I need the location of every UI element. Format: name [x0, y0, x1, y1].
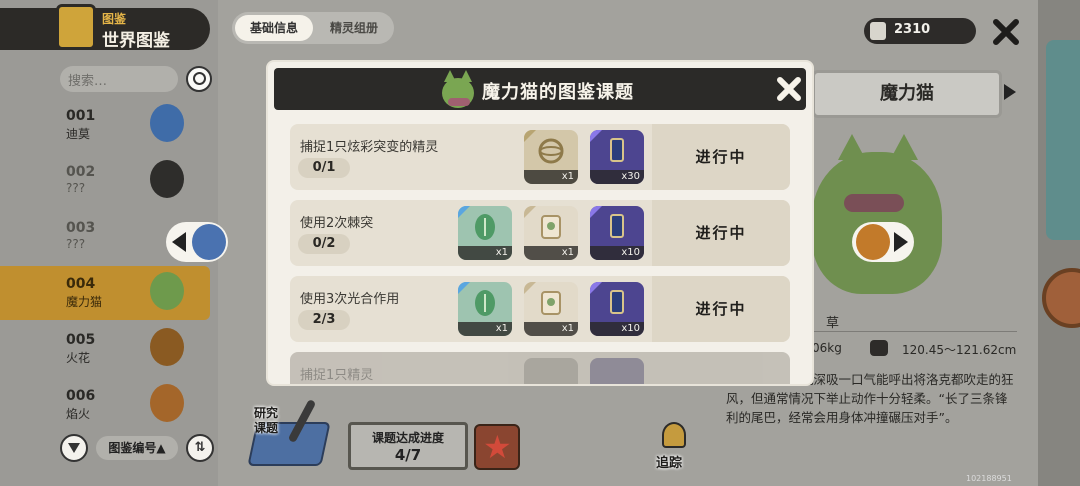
task-progress: 2/3: [298, 310, 350, 330]
progress-label: 课题达成进度: [371, 431, 444, 445]
list-item[interactable]: 001 迪莫: [0, 98, 210, 152]
side-panel-decoration: [1046, 40, 1080, 240]
task-description: 捕捉1只精灵: [300, 368, 374, 383]
pet-avatar-icon: [150, 272, 184, 310]
build-id: 102188951: [966, 474, 1012, 483]
pet-avatar-icon: [150, 384, 184, 422]
charm-icon[interactable]: x10: [590, 206, 644, 260]
sort-order-icon[interactable]: ⇅: [186, 434, 214, 462]
stats-row: 06kg 120.45～121.62cm: [812, 338, 1017, 360]
entry-name: 迪莫: [66, 127, 91, 141]
task-description: 捕捉1只炫彩突变的精灵: [300, 140, 439, 155]
star-reward-button[interactable]: [474, 424, 520, 470]
right-edge-decoration: [1038, 0, 1080, 486]
list-item-selected[interactable]: 004 魔力猫: [0, 266, 210, 320]
side-roundel-decoration: [1042, 268, 1080, 328]
charm-icon[interactable]: x10: [590, 282, 644, 336]
currency-counter: 2310: [864, 18, 976, 44]
task-row: 使用2次棘突 0/2 x1 x1 x10 进行中: [290, 200, 790, 266]
reward-quantity: x1: [524, 322, 578, 336]
research-label: 研究 课题: [254, 406, 279, 435]
reward-quantity: x1: [524, 246, 578, 260]
magic-cat-icon: [438, 68, 478, 112]
entry-number: 002: [66, 164, 96, 180]
brand-small-label: 图鉴: [102, 12, 127, 26]
entry-number: 006: [66, 388, 96, 404]
pet-avatar-icon: [192, 224, 226, 260]
unknown-pet-silhouette-icon: [150, 160, 184, 198]
scroll-icon[interactable]: x1: [524, 282, 578, 336]
reward-quantity: x1: [524, 170, 578, 184]
tab-bar: 基础信息 精灵组册: [232, 12, 394, 44]
task-status: 进行中: [652, 276, 790, 342]
brand-title: 世界图鉴: [102, 31, 170, 51]
height-value: 120.45～121.62cm: [902, 343, 1017, 357]
pet-name-banner: 魔力猫: [812, 70, 1002, 118]
reward-quantity: x1: [458, 322, 512, 336]
pet-avatar-icon: [856, 224, 890, 260]
entry-name: 火花: [66, 351, 91, 365]
tab-pet-album[interactable]: 精灵组册: [318, 15, 390, 41]
weight-value: 06kg: [812, 341, 842, 355]
reward-quantity: x10: [590, 246, 644, 260]
task-description: 使用3次光合作用: [300, 292, 400, 307]
list-item[interactable]: 005 火花: [0, 322, 210, 376]
list-item[interactable]: 002 ???: [0, 154, 210, 208]
task-status: 进行中: [652, 200, 790, 266]
height-icon: [870, 340, 888, 356]
entry-number: 001: [66, 108, 96, 124]
leaf-gem-icon[interactable]: x1: [458, 282, 512, 336]
research-progress-banner: 课题达成进度 4/7: [348, 422, 468, 470]
task-row: 使用3次光合作用 2/3 x1 x1 x10 进行中: [290, 276, 790, 342]
entry-name: 焰火: [66, 407, 91, 421]
research-task-dialog: 魔力猫的图鉴课题 捕捉1只炫彩突变的精灵 0/1 x1 x30 进行中 使用2次…: [268, 62, 812, 384]
entry-name: ???: [66, 237, 86, 251]
pet-avatar-icon: [150, 328, 184, 366]
close-icon[interactable]: [774, 74, 804, 104]
filter-icon[interactable]: [60, 434, 88, 462]
close-icon[interactable]: [990, 16, 1022, 48]
charm-icon[interactable]: x30: [590, 130, 644, 184]
task-row-completed: 捕捉1只精灵: [290, 352, 790, 384]
attribute-row: 草: [812, 310, 1017, 332]
entry-number: 003: [66, 220, 96, 236]
search-input[interactable]: 搜索…: [60, 66, 178, 92]
track-label: 追踪: [656, 456, 683, 471]
entry-number: 004: [66, 276, 96, 292]
track-icon: [662, 422, 686, 448]
list-item[interactable]: 006 焰火: [0, 378, 210, 432]
tab-basic-info[interactable]: 基础信息: [235, 15, 313, 41]
task-status: 进行中: [652, 124, 790, 190]
task-description: 使用2次棘突: [300, 216, 374, 231]
dialog-header: 魔力猫的图鉴课题: [274, 68, 806, 110]
currency-amount: 2310: [894, 22, 931, 37]
orb-icon[interactable]: x1: [524, 130, 578, 184]
previous-pet-button[interactable]: [166, 222, 228, 262]
reward-claimed-icon: [590, 358, 644, 384]
leaf-gem-icon[interactable]: x1: [458, 206, 512, 260]
dialog-title: 魔力猫的图鉴课题: [482, 82, 634, 103]
next-arrow-icon[interactable]: [1004, 84, 1016, 100]
reward-quantity: x1: [458, 246, 512, 260]
entry-number: 005: [66, 332, 96, 348]
pet-avatar-icon: [150, 104, 184, 142]
task-progress: 0/1: [298, 158, 350, 178]
track-button[interactable]: 追踪: [648, 420, 700, 472]
entry-name: 魔力猫: [66, 295, 103, 309]
brand-header: 图鉴 世界图鉴: [0, 4, 210, 51]
progress-value: 4/7: [394, 446, 422, 464]
entry-name: ???: [66, 181, 86, 195]
reward-quantity: x10: [590, 322, 644, 336]
reward-quantity: x30: [590, 170, 644, 184]
reward-claimed-icon: [524, 358, 578, 384]
next-pet-button[interactable]: [852, 222, 914, 262]
search-icon[interactable]: [186, 66, 212, 92]
sort-dropdown[interactable]: 图鉴编号▲: [96, 436, 178, 460]
task-row: 捕捉1只炫彩突变的精灵 0/1 x1 x30 进行中: [290, 124, 790, 190]
attribute-value: 草: [826, 316, 840, 331]
book-logo-icon: [56, 4, 96, 50]
currency-icon: [870, 22, 886, 40]
scroll-icon[interactable]: x1: [524, 206, 578, 260]
task-progress: 0/2: [298, 234, 350, 254]
